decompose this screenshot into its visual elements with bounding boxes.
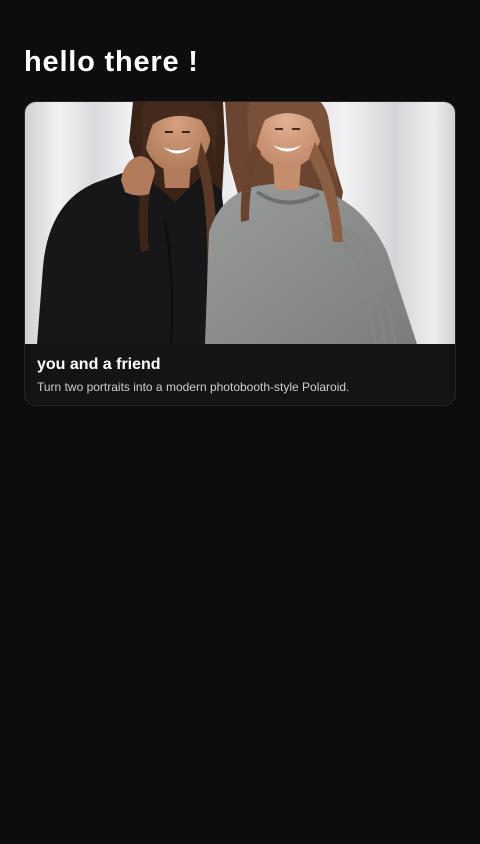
card-title: you and a friend: [37, 356, 161, 373]
card-photo: [25, 102, 455, 344]
card-body: you and a friend Turn two portraits into…: [25, 344, 455, 395]
home-screen: hello there ! you and a friend Turn two …: [0, 0, 480, 844]
template-card-you-and-a-friend[interactable]: you and a friend Turn two portraits into…: [24, 101, 456, 406]
greeting-heading: hello there !: [24, 46, 199, 78]
card-description: Turn two portraits into a modern photobo…: [37, 380, 350, 394]
